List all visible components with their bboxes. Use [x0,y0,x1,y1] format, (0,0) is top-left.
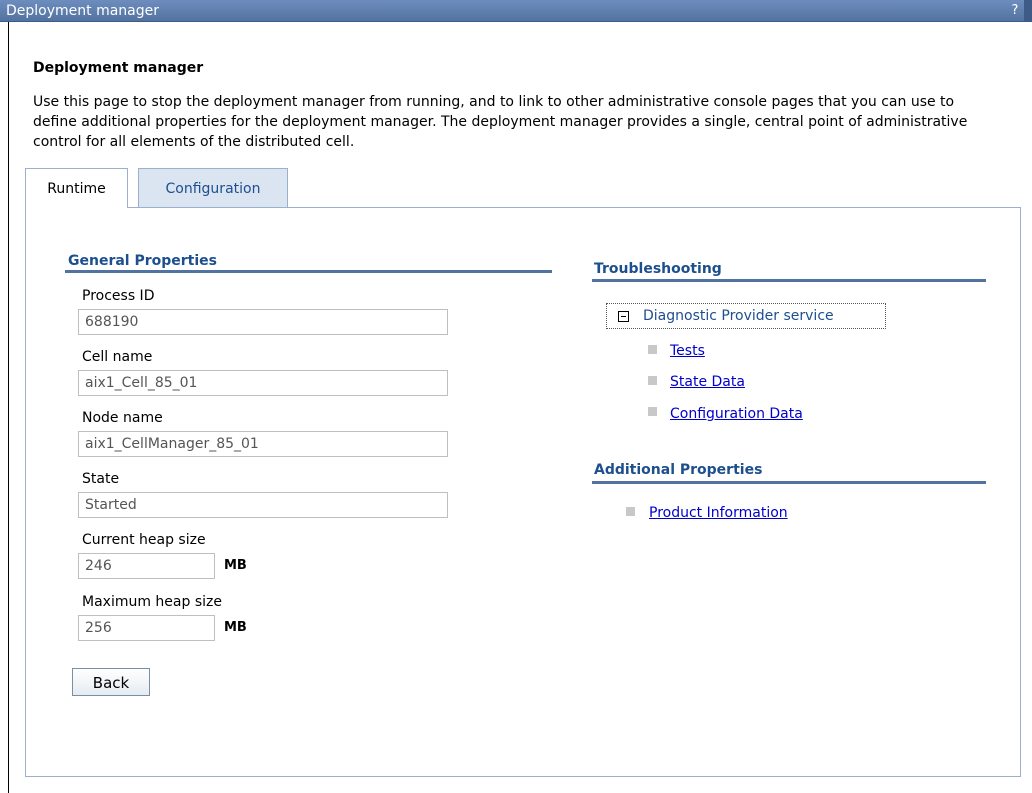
max-heap-field: 256 [78,615,215,641]
general-properties-heading: General Properties [68,253,217,269]
process-id-label: Process ID [82,288,155,304]
help-icon[interactable]: ? [1008,2,1022,19]
state-label: State [82,471,120,487]
window-title: Deployment manager [6,3,160,19]
tab-configuration[interactable]: Configuration [138,168,288,208]
title-bar-edge [1024,0,1032,22]
node-name-field: aix1_CellManager_85_01 [78,431,448,457]
state-data-link[interactable]: State Data [670,374,745,390]
general-properties-rule [65,270,552,273]
max-heap-label: Maximum heap size [82,594,222,610]
cell-name-label: Cell name [82,349,153,365]
page-description: Use this page to stop the deployment man… [33,94,968,150]
configuration-data-link[interactable]: Configuration Data [670,406,803,422]
current-heap-field: 246 [78,553,215,579]
page-title: Deployment manager [33,60,204,76]
node-name-label: Node name [82,410,163,426]
max-heap-unit: MB [224,620,247,635]
bullet-icon [648,376,657,385]
window-title-bar: Deployment manager ? [0,0,1032,22]
current-heap-unit: MB [224,558,247,573]
tab-runtime[interactable]: Runtime [25,168,128,208]
diagnostic-provider-toggle[interactable]: Diagnostic Provider service [606,303,886,329]
state-field: Started [78,492,448,518]
troubleshooting-heading: Troubleshooting [594,261,722,277]
left-border [8,22,9,793]
troubleshooting-rule [592,279,986,282]
bullet-icon [648,345,657,354]
additional-properties-rule [592,481,986,484]
bullet-icon [648,407,657,416]
product-information-link[interactable]: Product Information [649,505,788,521]
current-heap-label: Current heap size [82,532,206,548]
tests-link[interactable]: Tests [670,343,705,359]
process-id-field: 688190 [78,309,448,335]
diagnostic-provider-label: Diagnostic Provider service [643,308,834,324]
bullet-icon [626,507,635,516]
collapse-icon[interactable] [618,311,629,322]
back-button[interactable]: Back [72,668,150,696]
cell-name-field: aix1_Cell_85_01 [78,370,448,396]
additional-properties-heading: Additional Properties [594,462,763,478]
